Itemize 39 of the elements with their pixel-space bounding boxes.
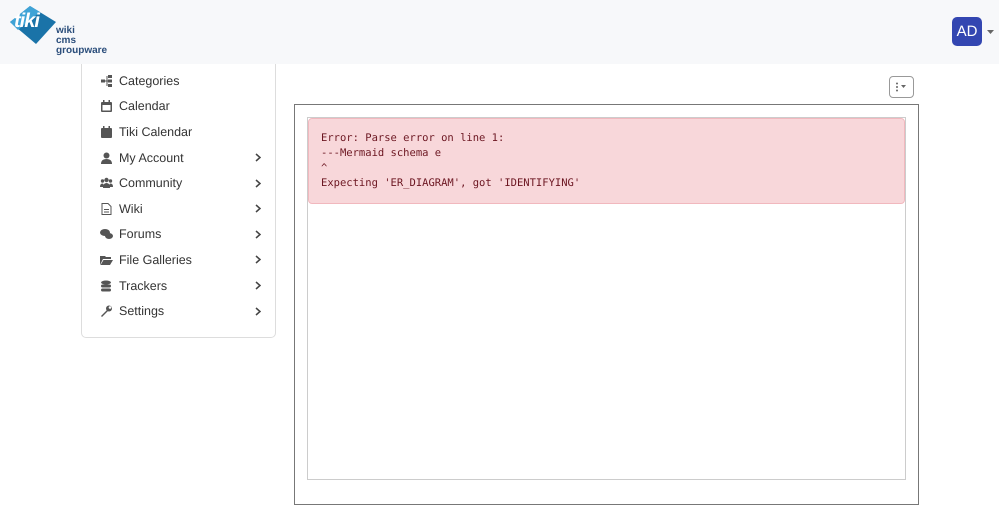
caret-icon[interactable] <box>987 30 994 34</box>
error-text: ^ <box>321 161 328 176</box>
logo-text: wiki <box>56 26 76 36</box>
logo-text: cms <box>56 36 78 46</box>
sidebar-item[interactable]: File Galleries <box>119 252 249 267</box>
document-icon <box>100 202 113 215</box>
user-avatar-button[interactable]: AD <box>952 17 982 46</box>
sidebar-item[interactable]: Settings <box>119 304 249 318</box>
sitemap-icon <box>100 74 113 87</box>
calendar-icon <box>100 126 113 138</box>
sidebar-item[interactable]: Categories <box>119 74 261 88</box>
logo-text: groupware <box>56 46 108 56</box>
folder-icon <box>100 254 113 266</box>
sidebar-item[interactable]: Community <box>119 176 249 190</box>
chevron-icon[interactable] <box>255 255 261 264</box>
chevron-icon[interactable] <box>255 230 261 239</box>
error-text: ---Mermaid schema e <box>321 146 442 161</box>
calendar-icon <box>100 100 113 112</box>
error-text: Error: Parse error on line 1: <box>321 131 506 146</box>
logo-mark-text: tiki <box>14 10 39 33</box>
options-menu-button[interactable] <box>889 76 914 98</box>
chevron-icon[interactable] <box>255 204 261 214</box>
chevron-icon[interactable] <box>255 306 261 316</box>
database-icon <box>100 280 113 292</box>
sidebar-item[interactable]: My Account <box>119 150 249 165</box>
users-icon <box>100 177 113 190</box>
sidebar-item[interactable]: Trackers <box>119 278 249 293</box>
sidebar-item[interactable]: Calendar <box>119 99 261 114</box>
sidebar-item[interactable]: Wiki <box>119 202 249 216</box>
chevron-icon[interactable] <box>255 281 261 290</box>
error-text: Expecting 'ER_DIAGRAM', got 'IDENTIFYING' <box>321 176 582 191</box>
chevron-icon[interactable] <box>255 178 261 188</box>
user-icon <box>100 152 113 164</box>
sidebar-item[interactable]: Forums <box>119 227 249 242</box>
dots-caret-icon <box>894 82 908 92</box>
wrench-icon <box>100 305 113 318</box>
chevron-icon[interactable] <box>255 153 261 162</box>
sidebar-item[interactable]: Tiki Calendar <box>119 124 261 139</box>
chat-bubbles-icon <box>100 228 113 240</box>
